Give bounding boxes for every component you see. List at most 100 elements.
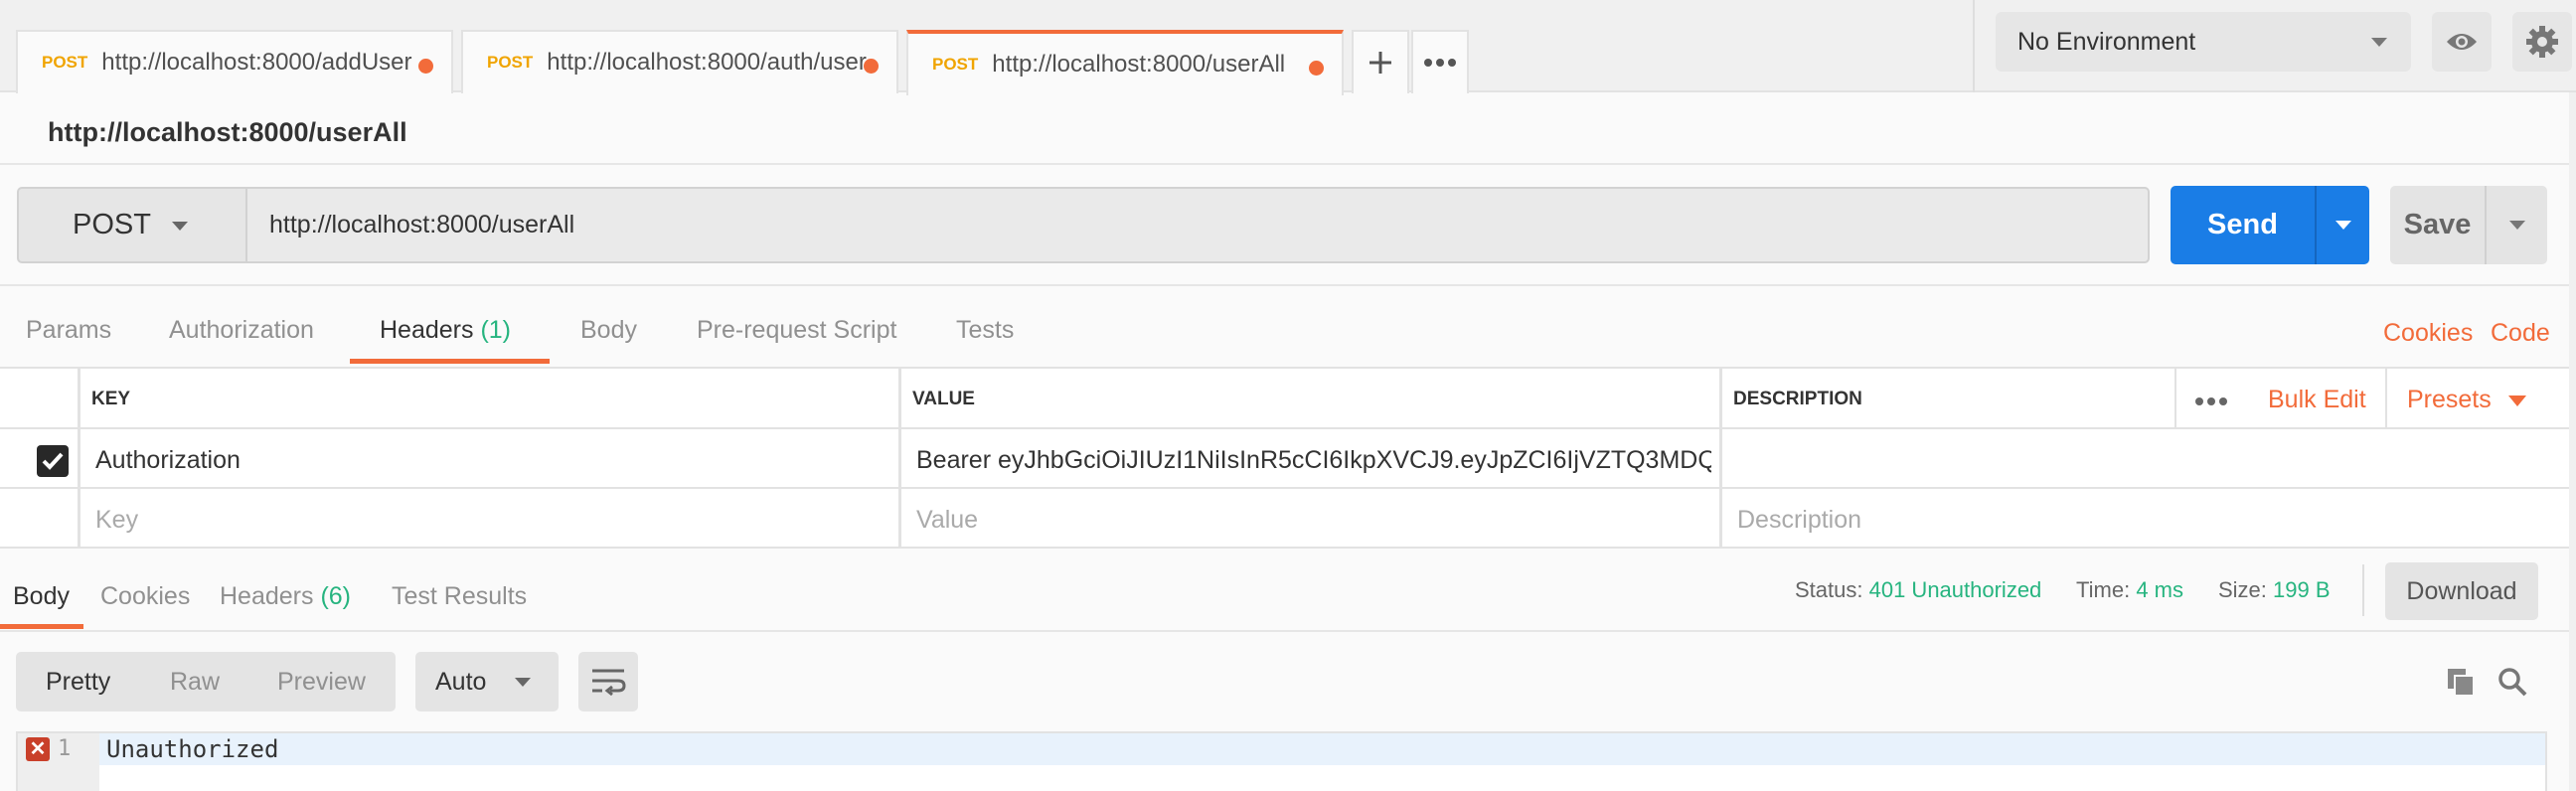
- url-value: http://localhost:8000/userAll: [269, 211, 575, 238]
- bulk-edit-link[interactable]: Bulk Edit: [2268, 386, 2366, 414]
- column-header-value: VALUE: [912, 389, 975, 409]
- table-divider: [0, 427, 2576, 429]
- chevron-down-icon: [2508, 396, 2526, 406]
- gear-icon: [2526, 26, 2558, 58]
- tab-tests[interactable]: Tests: [956, 316, 1014, 345]
- header-key-cell[interactable]: Authorization: [95, 446, 890, 475]
- column-header-key: KEY: [91, 389, 131, 409]
- table-divider: [1719, 369, 1722, 547]
- divider: [0, 630, 2576, 632]
- unsaved-dot-icon: [1309, 61, 1324, 76]
- save-button[interactable]: Save: [2390, 186, 2485, 264]
- request-title[interactable]: http://localhost:8000/userAll: [48, 117, 407, 148]
- method-select[interactable]: POST: [17, 187, 247, 263]
- response-tab-body[interactable]: Body: [13, 582, 70, 611]
- download-button[interactable]: Download: [2385, 562, 2538, 620]
- request-tab-userall[interactable]: POST http://localhost:8000/userAll: [906, 30, 1344, 95]
- tab-method: POST: [932, 55, 979, 74]
- status-label: Status:: [1795, 577, 1863, 602]
- error-icon: ✕: [26, 737, 50, 761]
- wrap-lines-button[interactable]: [578, 652, 638, 712]
- response-tab-headers[interactable]: Headers (6): [220, 582, 351, 611]
- column-options-button[interactable]: [2194, 394, 2228, 411]
- environment-label: No Environment: [2017, 27, 2196, 56]
- environment-select[interactable]: No Environment: [1996, 12, 2411, 72]
- new-value-input[interactable]: Value: [916, 506, 978, 535]
- tab-url: http://localhost:8000/userAll: [992, 51, 1286, 78]
- column-header-description: DESCRIPTION: [1733, 389, 1862, 409]
- header-enabled-checkbox[interactable]: [37, 445, 69, 477]
- new-key-input[interactable]: Key: [95, 506, 138, 535]
- language-label: Auto: [435, 667, 487, 696]
- new-tab-button[interactable]: [1352, 30, 1409, 93]
- chevron-down-icon: [2371, 38, 2387, 47]
- ellipsis-icon: [1424, 59, 1456, 67]
- status-value: 401 Unauthorized: [1868, 577, 2042, 602]
- plus-icon: [1369, 52, 1391, 74]
- format-preview-button[interactable]: Preview: [277, 668, 366, 697]
- send-options-dropdown[interactable]: [2315, 186, 2369, 264]
- table-divider: [78, 369, 80, 547]
- response-tab-test-results[interactable]: Test Results: [392, 582, 527, 611]
- request-tab-auth-user[interactable]: POST http://localhost:8000/auth/user: [461, 30, 898, 93]
- presets-dropdown[interactable]: Presets: [2407, 386, 2492, 414]
- method-label: POST: [73, 209, 151, 240]
- chevron-down-icon: [515, 678, 531, 687]
- active-line-highlight: [99, 733, 2545, 765]
- response-status: Status: 401 Unauthorized: [1795, 577, 2041, 603]
- divider: [2362, 564, 2364, 616]
- size-label: Size:: [2218, 577, 2267, 602]
- ellipsis-icon: [2195, 397, 2227, 405]
- wrap-lines-icon: [592, 669, 626, 696]
- response-tab-cookies[interactable]: Cookies: [100, 582, 190, 611]
- tab-authorization[interactable]: Authorization: [169, 316, 314, 345]
- divider: [0, 284, 2576, 286]
- tab-method: POST: [487, 53, 534, 72]
- size-value: 199 B: [2273, 577, 2331, 602]
- save-options-dropdown[interactable]: [2485, 186, 2547, 264]
- line-number: 1: [58, 736, 72, 761]
- response-tab-headers-label: Headers: [220, 582, 314, 610]
- divider: [0, 163, 2576, 165]
- cookies-link[interactable]: Cookies: [2383, 319, 2473, 348]
- table-divider: [2174, 369, 2176, 427]
- format-pretty-button[interactable]: Pretty: [46, 668, 110, 697]
- request-tab-adduser[interactable]: POST http://localhost:8000/addUser: [16, 30, 453, 93]
- search-icon: [2498, 668, 2527, 697]
- code-link[interactable]: Code: [2491, 319, 2550, 348]
- tab-headers[interactable]: Headers (1): [380, 316, 511, 345]
- copy-response-button[interactable]: [2445, 666, 2477, 703]
- url-input[interactable]: http://localhost:8000/userAll: [247, 187, 2150, 263]
- manage-environments-button[interactable]: [2512, 12, 2572, 72]
- divider: [1973, 0, 1975, 92]
- time-value: 4 ms: [2136, 577, 2183, 602]
- table-divider: [2385, 369, 2387, 427]
- tab-pre-request-script[interactable]: Pre-request Script: [697, 316, 896, 345]
- new-description-input[interactable]: Description: [1737, 506, 1861, 535]
- tab-url: http://localhost:8000/addUser: [101, 49, 412, 76]
- tab-headers-label: Headers: [380, 316, 474, 344]
- send-button[interactable]: Send: [2171, 186, 2315, 264]
- chevron-down-icon: [172, 222, 188, 231]
- headers-count-badge: (1): [480, 316, 512, 344]
- environment-quick-look-button[interactable]: [2432, 12, 2492, 72]
- format-raw-button[interactable]: Raw: [170, 668, 220, 697]
- language-select[interactable]: Auto: [415, 652, 559, 712]
- copy-icon: [2448, 669, 2475, 697]
- header-value-cell[interactable]: Bearer eyJhbGciOiJIUzI1NiIsInR5cCI6IkpXV…: [916, 446, 1711, 475]
- response-size: Size: 199 B: [2218, 577, 2331, 603]
- table-divider: [898, 369, 901, 547]
- active-tab-indicator: [350, 359, 550, 364]
- tab-method: POST: [42, 53, 88, 72]
- tab-body[interactable]: Body: [580, 316, 637, 345]
- eye-icon: [2447, 34, 2477, 50]
- presets-label: Presets: [2407, 386, 2492, 413]
- response-headers-count-badge: (6): [320, 582, 352, 610]
- tab-options-button[interactable]: [1411, 30, 1469, 93]
- search-response-button[interactable]: [2496, 666, 2528, 703]
- unsaved-dot-icon: [864, 59, 879, 74]
- checkmark-icon: [42, 452, 64, 470]
- tab-params[interactable]: Params: [26, 316, 111, 345]
- response-body-text[interactable]: Unauthorized: [106, 735, 278, 763]
- unsaved-dot-icon: [418, 59, 433, 74]
